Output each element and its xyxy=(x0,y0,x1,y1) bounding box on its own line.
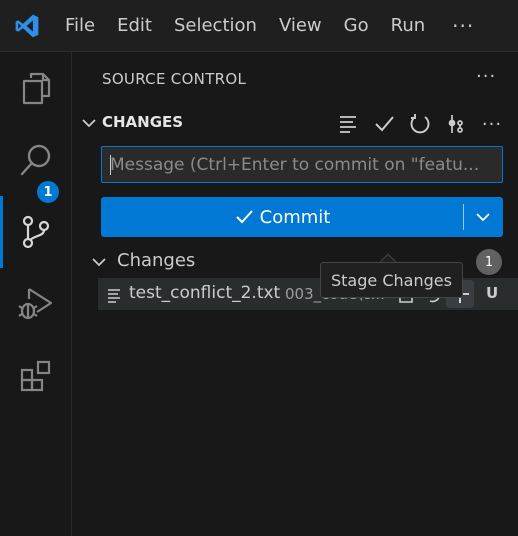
commit-message-input[interactable] xyxy=(101,146,503,183)
view-more-icon[interactable]: ··· xyxy=(476,66,496,87)
menu-selection[interactable]: Selection xyxy=(163,0,268,52)
chevron-down-icon xyxy=(91,254,107,274)
commit-label: Commit xyxy=(259,206,331,228)
commit-button[interactable]: Commit xyxy=(101,197,503,237)
check-icon xyxy=(235,210,253,224)
menu-go[interactable]: Go xyxy=(333,0,380,52)
graph-icon[interactable] xyxy=(438,110,474,138)
tooltip: Stage Changes xyxy=(320,262,463,298)
section-actions: ··· xyxy=(330,110,510,138)
file-name: test_conflict_2.txt xyxy=(129,283,281,303)
chevron-down-icon xyxy=(476,213,490,222)
commit-dropdown[interactable] xyxy=(464,197,502,237)
menu-file[interactable]: File xyxy=(54,0,106,52)
run-debug-icon[interactable] xyxy=(0,268,72,340)
text-file-icon xyxy=(106,287,122,307)
commit-main-action[interactable]: Commit xyxy=(101,197,463,237)
group-label: Changes xyxy=(117,250,196,271)
changes-section-header[interactable]: CHANGES ··· xyxy=(73,108,518,138)
more-icon[interactable]: ··· xyxy=(474,110,510,138)
text-caret xyxy=(110,155,111,175)
menu-more-icon[interactable]: ··· xyxy=(436,0,490,52)
group-count-badge: 1 xyxy=(476,249,502,275)
source-control-badge: 1 xyxy=(35,179,61,205)
extensions-icon[interactable] xyxy=(0,340,72,412)
explorer-icon[interactable] xyxy=(0,52,72,124)
section-title: CHANGES xyxy=(102,113,184,131)
vscode-logo-icon xyxy=(0,0,54,52)
source-control-icon[interactable] xyxy=(0,196,72,268)
menu-view[interactable]: View xyxy=(268,0,333,52)
commit-check-icon[interactable] xyxy=(366,110,402,138)
menu-run[interactable]: Run xyxy=(380,0,437,52)
refresh-icon[interactable] xyxy=(402,110,438,138)
status-badge: U xyxy=(486,284,499,302)
view-title: SOURCE CONTROL xyxy=(102,70,247,88)
title-bar: File Edit Selection View Go Run ··· xyxy=(0,0,518,52)
chevron-down-icon xyxy=(80,114,98,136)
menu-edit[interactable]: Edit xyxy=(106,0,163,52)
menu-bar: File Edit Selection View Go Run ··· xyxy=(54,0,490,52)
view-as-list-icon[interactable] xyxy=(330,110,366,138)
activity-bar xyxy=(0,52,72,536)
commit-separator xyxy=(463,204,464,230)
